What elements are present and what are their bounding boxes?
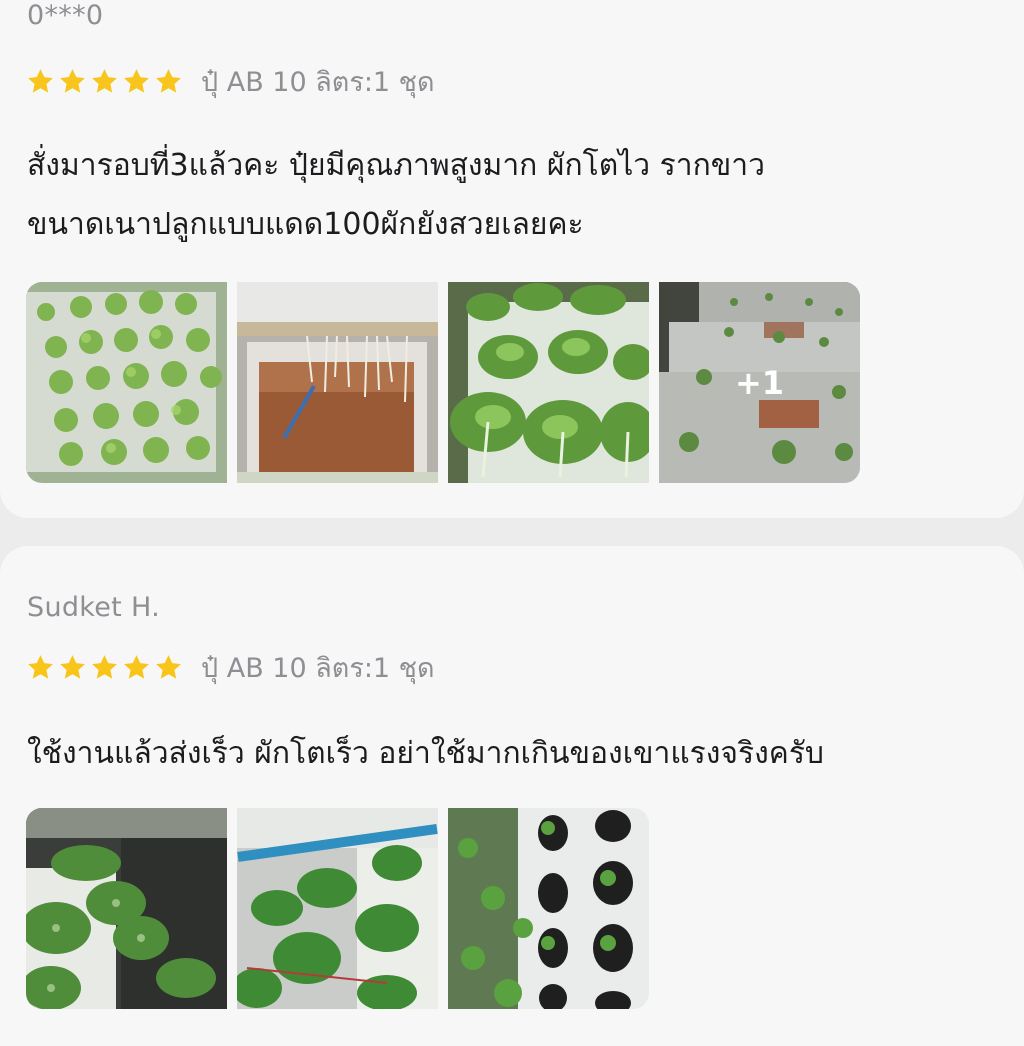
rating-row: ปุ๋ AB 10 ลิตร:1 ชุด xyxy=(26,650,435,684)
star-rating xyxy=(26,67,183,96)
review-card: 0***0 ปุ๋ AB 10 ลิตร:1 ชุด สั่งมารอบที่3… xyxy=(0,0,1024,518)
review-text-line: สั่งมารอบที่3แล้วคะ ปุ๋ยมีคุณภาพสูงมาก ผ… xyxy=(27,148,766,183)
star-icon xyxy=(90,653,119,682)
product-variant: ปุ๋ AB 10 ลิตร:1 ชุด xyxy=(201,66,435,98)
reviewer-name: Sudket H. xyxy=(27,592,160,623)
photo-gallery: +1 xyxy=(26,282,860,483)
star-icon xyxy=(58,67,87,96)
review-photo[interactable] xyxy=(237,282,438,483)
review-card: Sudket H. ปุ๋ AB 10 ลิตร:1 ชุด ใช้งานแล้… xyxy=(0,546,1024,1046)
review-photo[interactable] xyxy=(26,808,227,1009)
star-icon xyxy=(154,653,183,682)
review-text: สั่งมารอบที่3แล้วคะ ปุ๋ยมีคุณภาพสูงมาก ผ… xyxy=(27,136,987,254)
rating-row: ปุ๋ AB 10 ลิตร:1 ชุด xyxy=(26,64,435,98)
star-icon xyxy=(26,67,55,96)
review-photo[interactable] xyxy=(448,808,649,1009)
review-text: ใช้งานแล้วส่งเร็ว ผักโตเร็ว อย่าใช้มากเก… xyxy=(27,724,987,783)
review-text-line: ใช้งานแล้วส่งเร็ว ผักโตเร็ว อย่าใช้มากเก… xyxy=(27,736,824,771)
reviewer-name: 0***0 xyxy=(27,0,104,31)
review-photo[interactable] xyxy=(237,808,438,1009)
review-photo[interactable] xyxy=(26,282,227,483)
star-icon xyxy=(90,67,119,96)
more-photos-count: +1 xyxy=(659,282,860,483)
photo-gallery xyxy=(26,808,649,1009)
star-icon xyxy=(122,67,151,96)
star-rating xyxy=(26,653,183,682)
star-icon xyxy=(58,653,87,682)
star-icon xyxy=(154,67,183,96)
review-photo[interactable] xyxy=(448,282,649,483)
product-variant: ปุ๋ AB 10 ลิตร:1 ชุด xyxy=(201,652,435,684)
star-icon xyxy=(26,653,55,682)
star-icon xyxy=(122,653,151,682)
review-text-line: ขนาดเนาปลูกแบบแดด100ผักยังสวยเลยคะ xyxy=(27,207,584,242)
review-photo-more[interactable]: +1 xyxy=(659,282,860,483)
